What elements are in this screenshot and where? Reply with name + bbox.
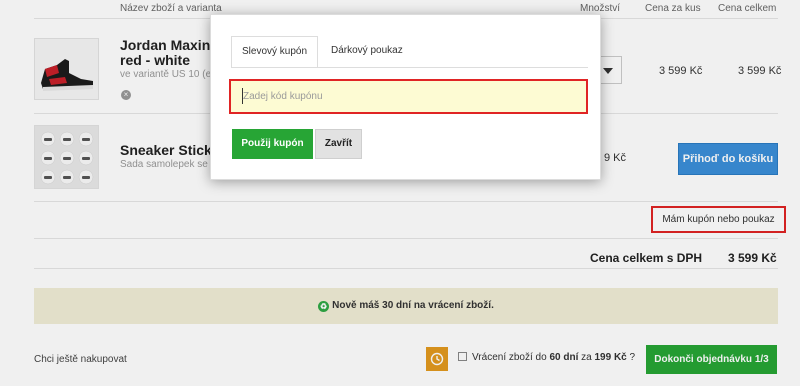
coupon-code-input[interactable] — [229, 79, 588, 114]
tab-gift-voucher[interactable]: Dárkový poukaz — [321, 36, 413, 68]
tab-discount-coupon[interactable]: Slevový kupón — [231, 36, 318, 68]
text-caret — [242, 88, 243, 104]
close-button[interactable]: Zavřít — [315, 129, 362, 159]
tab-divider — [231, 67, 588, 68]
apply-coupon-button[interactable]: Použij kupón — [232, 129, 313, 159]
coupon-modal: Slevový kupón Dárkový poukaz Použij kupó… — [210, 14, 601, 180]
